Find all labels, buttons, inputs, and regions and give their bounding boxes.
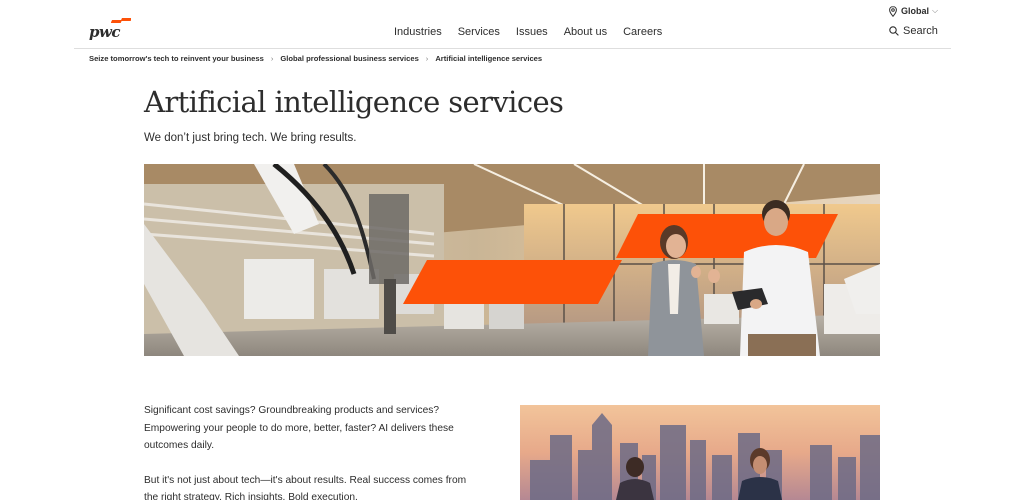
- pwc-logo[interactable]: pwc: [89, 18, 133, 44]
- breadcrumb-item-current: Artificial intelligence services: [435, 54, 543, 63]
- site-header: pwc Global ⌵ Industries Services Issues …: [0, 0, 1024, 50]
- breadcrumb-item[interactable]: Global professional business services: [280, 54, 418, 63]
- region-label: Global: [901, 6, 930, 16]
- nav-item-industries[interactable]: Industries: [394, 26, 442, 38]
- logo-text: pwc: [89, 23, 121, 41]
- main-nav: Industries Services Issues About us Care…: [394, 26, 678, 38]
- chevron-down-icon: ⌵: [932, 6, 939, 15]
- search-icon: [889, 26, 899, 36]
- hero-image: [144, 164, 880, 356]
- intro-copy: Significant cost savings? Groundbreaking…: [144, 402, 474, 500]
- search-label: Search: [903, 25, 938, 37]
- chevron-right-icon: ›: [270, 54, 274, 63]
- search-button[interactable]: Search: [889, 25, 938, 37]
- page-subtitle: We don’t just bring tech. We bring resul…: [144, 132, 357, 144]
- breadcrumb: Seize tomorrow's tech to reinvent your b…: [89, 54, 542, 63]
- breadcrumb-item[interactable]: Seize tomorrow's tech to reinvent your b…: [89, 54, 264, 63]
- nav-item-careers[interactable]: Careers: [623, 26, 662, 38]
- location-pin-icon: [889, 5, 897, 17]
- page-title: Artificial intelligence services: [144, 85, 564, 119]
- intro-paragraph: But it's not just about tech—it's about …: [144, 474, 467, 500]
- header-divider: [74, 48, 951, 49]
- city-skyline-image: [520, 405, 880, 500]
- nav-item-services[interactable]: Services: [458, 26, 500, 38]
- region-selector[interactable]: Global ⌵: [889, 4, 938, 18]
- nav-item-issues[interactable]: Issues: [516, 26, 548, 38]
- intro-paragraph: Significant cost savings? Groundbreaking…: [144, 405, 454, 451]
- chevron-right-icon: ›: [425, 54, 429, 63]
- nav-item-about-us[interactable]: About us: [564, 26, 607, 38]
